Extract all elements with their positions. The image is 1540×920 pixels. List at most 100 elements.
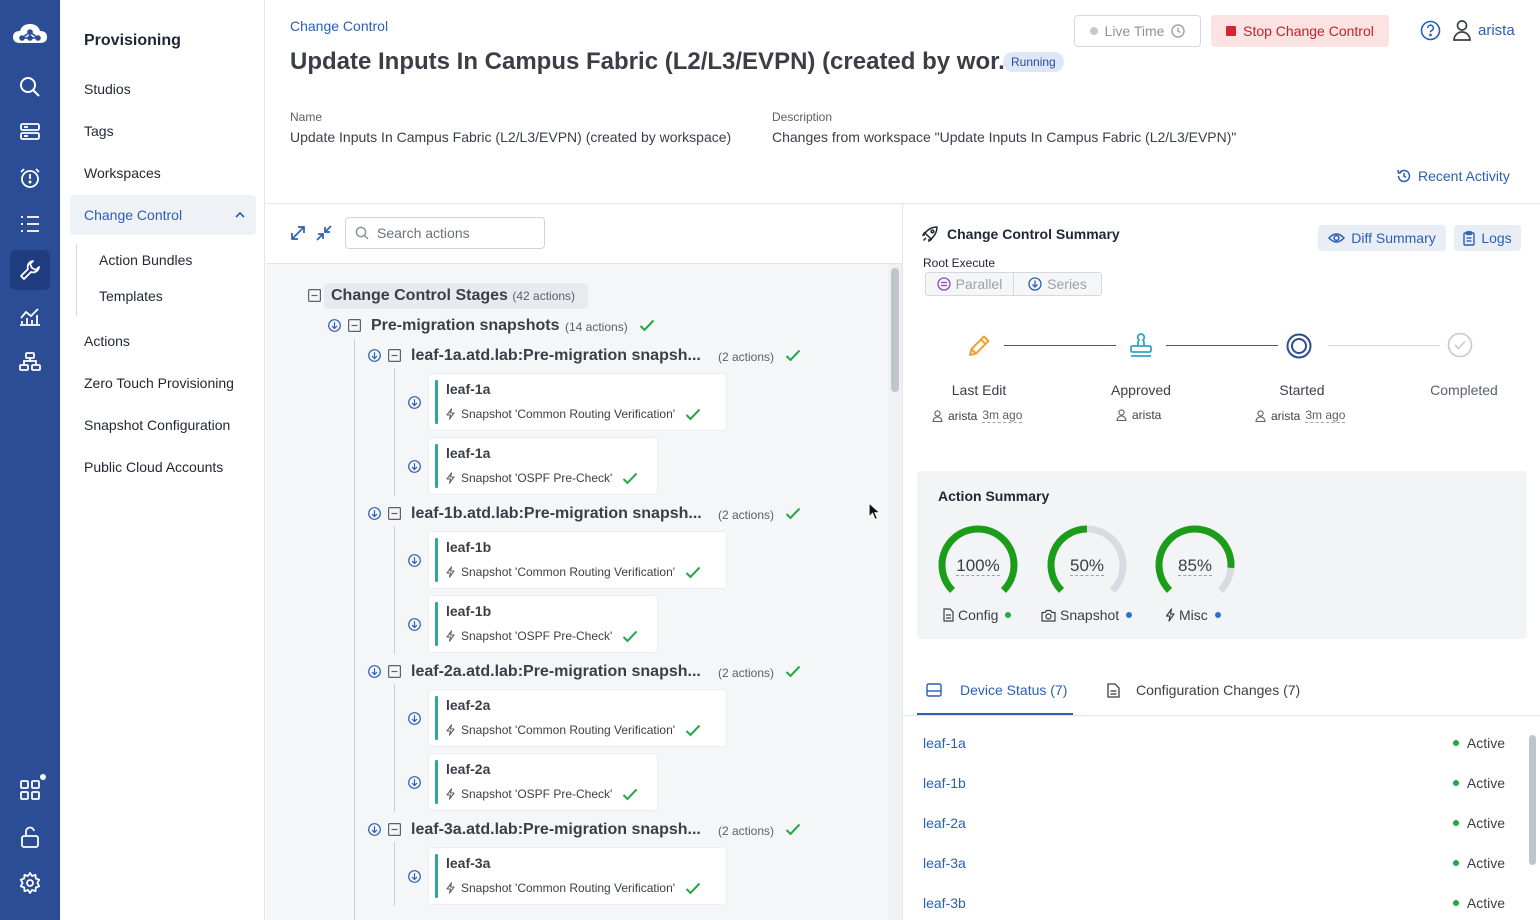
group-label[interactable]: leaf-1b.atd.lab:Pre-migration snapsh... <box>411 505 702 523</box>
status-dot <box>1452 820 1459 826</box>
action-status-bar <box>435 854 438 898</box>
parallel-option[interactable]: Parallel <box>926 273 1013 295</box>
device-list-scroll-thumb[interactable] <box>1529 735 1536 865</box>
nav-item-workspaces[interactable]: Workspaces <box>84 165 161 181</box>
action-card[interactable]: leaf-1b Snapshot 'OSPF Pre-Check' <box>429 596 657 652</box>
device-status-label: Active <box>1466 815 1505 831</box>
nav-item-change-control[interactable]: Change Control <box>70 195 256 235</box>
nav-subitem-templates[interactable]: Templates <box>99 288 163 304</box>
devices-icon[interactable] <box>10 112 50 152</box>
nav-item-tags[interactable]: Tags <box>84 123 114 139</box>
logs-button[interactable]: Logs <box>1454 225 1521 251</box>
chevron-up-icon[interactable] <box>234 209 246 221</box>
page-title: Update Inputs In Campus Fabric (L2/L3/EV… <box>290 48 1019 75</box>
group-label[interactable]: leaf-3a.atd.lab:Pre-migration snapsh... <box>411 821 701 839</box>
lightning-icon <box>1165 608 1175 622</box>
apps-grid-icon[interactable] <box>10 770 50 810</box>
collapse-all-icon[interactable] <box>315 224 333 242</box>
tab-configuration-changes[interactable]: Configuration Changes (7) <box>1107 682 1300 698</box>
unlock-icon[interactable] <box>10 817 50 857</box>
tabs-divider <box>903 715 1540 716</box>
topology-icon[interactable] <box>10 342 50 382</box>
nav-item-public-cloud-accounts[interactable]: Public Cloud Accounts <box>84 459 223 475</box>
action-card[interactable]: leaf-1a Snapshot 'OSPF Pre-Check' <box>429 438 657 494</box>
description-value: Changes from workspace "Update Inputs In… <box>772 129 1237 145</box>
collapse-square-icon[interactable] <box>388 507 401 520</box>
check-icon <box>685 566 701 579</box>
check-icon <box>685 408 701 421</box>
alarm-clock-icon[interactable] <box>10 158 50 198</box>
subnav-divider <box>76 244 77 316</box>
action-card[interactable]: leaf-1a Snapshot 'Common Routing Verific… <box>429 374 726 430</box>
device-link[interactable]: leaf-3b <box>923 895 966 911</box>
action-card[interactable]: leaf-3a Snapshot 'Common Routing Verific… <box>429 848 726 904</box>
analytics-chart-icon[interactable] <box>10 296 50 336</box>
lightning-icon <box>446 882 455 894</box>
nav-subitem-action-bundles[interactable]: Action Bundles <box>99 252 192 268</box>
tab-device-status[interactable]: Device Status (7) <box>926 682 1067 698</box>
collapse-square-icon[interactable] <box>348 319 361 332</box>
check-icon <box>639 319 655 332</box>
check-icon <box>785 507 801 520</box>
diff-summary-button[interactable]: Diff Summary <box>1318 225 1446 251</box>
device-link[interactable]: leaf-1b <box>923 775 966 791</box>
collapse-square-icon[interactable] <box>308 289 321 302</box>
lightning-icon <box>446 630 455 642</box>
nav-item-studios[interactable]: Studios <box>84 81 131 97</box>
device-link[interactable]: leaf-2a <box>923 815 966 831</box>
search-actions-input[interactable] <box>377 225 537 241</box>
stage-count: (14 actions) <box>565 320 628 334</box>
status-dot <box>1452 900 1459 906</box>
breadcrumb[interactable]: Change Control <box>290 18 388 34</box>
logs-label: Logs <box>1481 230 1512 246</box>
provisioning-wrench-icon[interactable] <box>10 250 50 290</box>
cloudvision-logo-icon[interactable] <box>10 14 50 54</box>
status-dot <box>1452 740 1459 746</box>
action-name: Snapshot 'Common Routing Verification' <box>461 723 676 737</box>
stop-change-control-button[interactable]: Stop Change Control <box>1211 15 1389 47</box>
name-value: Update Inputs In Campus Fabric (L2/L3/EV… <box>290 129 732 145</box>
action-card[interactable]: leaf-1b Snapshot 'Common Routing Verific… <box>429 532 726 588</box>
gauge-value: 50% <box>1069 556 1105 576</box>
search-actions-field[interactable] <box>345 217 545 249</box>
action-description: Snapshot 'Common Routing Verification' <box>446 723 701 737</box>
nav-item-zero-touch-provisioning[interactable]: Zero Touch Provisioning <box>84 375 234 391</box>
live-time-button[interactable]: Live Time <box>1074 15 1201 47</box>
expand-all-icon[interactable] <box>289 224 307 242</box>
summary-title-label: Change Control Summary <box>947 226 1120 242</box>
step-user-name: arista <box>948 408 978 423</box>
stage-label[interactable]: Pre-migration snapshots <box>371 317 559 335</box>
device-status: Active <box>1452 895 1505 911</box>
device-row: leaf-3b Active <box>923 895 1523 915</box>
group-label[interactable]: leaf-1a.atd.lab:Pre-migration snapsh... <box>411 347 701 365</box>
help-icon[interactable] <box>1420 20 1441 41</box>
tab-label: Device Status (7) <box>960 682 1068 698</box>
series-option[interactable]: Series <box>1013 273 1101 295</box>
search-icon[interactable] <box>10 67 50 107</box>
recent-activity-link[interactable]: Recent Activity <box>1396 168 1510 184</box>
action-card[interactable]: leaf-2a Snapshot 'OSPF Pre-Check' <box>429 754 657 810</box>
collapse-square-icon[interactable] <box>388 349 401 362</box>
nav-item-actions[interactable]: Actions <box>84 333 130 349</box>
device-row: leaf-1a Active <box>923 735 1523 755</box>
status-badge: Running <box>1003 52 1064 72</box>
gear-icon[interactable] <box>10 863 50 903</box>
tree-scroll-thumb[interactable] <box>891 268 899 392</box>
collapse-square-icon[interactable] <box>388 665 401 678</box>
parallel-icon <box>936 277 951 291</box>
group-label[interactable]: leaf-2a.atd.lab:Pre-migration snapsh... <box>411 663 701 681</box>
gauge-label-text: Misc <box>1179 607 1208 623</box>
user-menu[interactable]: arista <box>1452 19 1515 41</box>
device-link[interactable]: leaf-1a <box>923 735 966 751</box>
tree-root[interactable]: Change Control Stages (42 actions) <box>331 287 575 305</box>
nav-item-snapshot-configuration[interactable]: Snapshot Configuration <box>84 417 230 433</box>
action-card[interactable]: leaf-2a Snapshot 'Common Routing Verific… <box>429 690 726 746</box>
task-list-icon[interactable] <box>10 204 50 244</box>
status-dot <box>1005 612 1012 618</box>
status-dot <box>1452 860 1459 866</box>
collapse-square-icon[interactable] <box>388 823 401 836</box>
gauge-value: 85% <box>1177 556 1213 576</box>
arrow-down-circle-icon <box>408 460 421 473</box>
recent-activity-label: Recent Activity <box>1418 168 1510 184</box>
device-link[interactable]: leaf-3a <box>923 855 966 871</box>
